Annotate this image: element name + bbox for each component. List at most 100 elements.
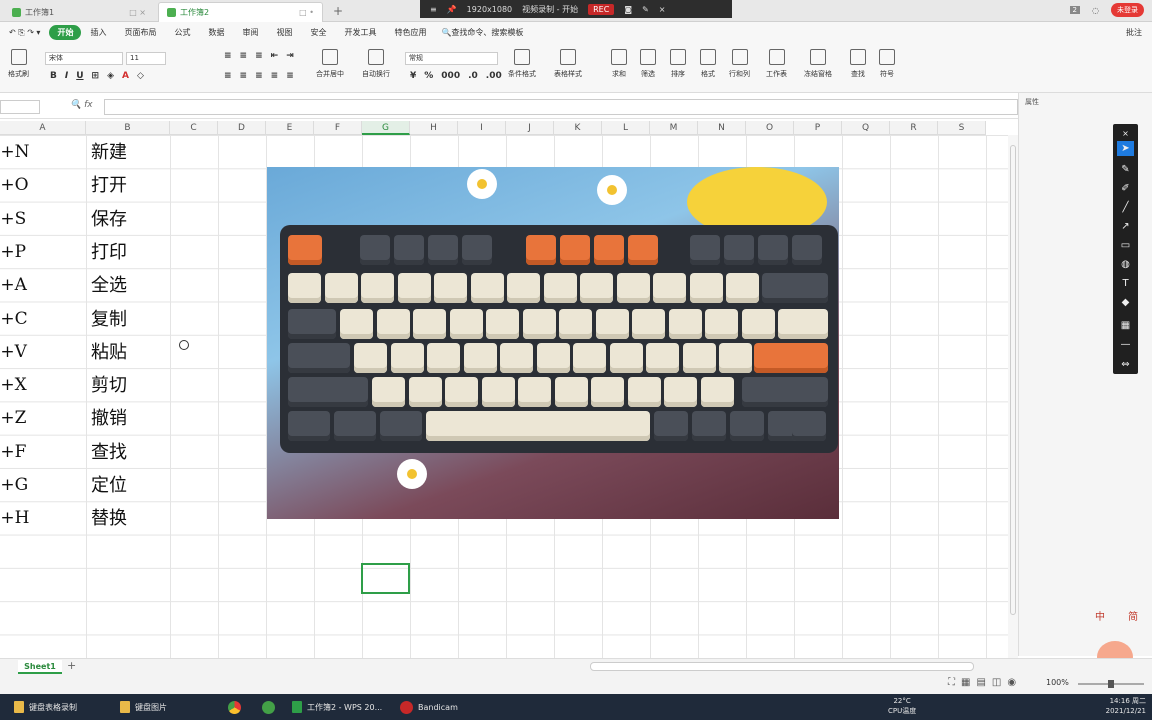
- arrow-icon[interactable]: ↗: [1117, 219, 1134, 234]
- sum-button[interactable]: 求和: [611, 49, 627, 79]
- close-icon[interactable]: □ ×: [129, 8, 146, 17]
- font-name-select[interactable]: 宋体: [45, 52, 123, 65]
- checker-icon[interactable]: ▦: [1117, 318, 1134, 333]
- thousands-icon[interactable]: 000: [441, 71, 460, 81]
- cell-b[interactable]: 复制: [91, 303, 169, 336]
- tab-workbook1[interactable]: 工作簿1 □ ×: [4, 2, 154, 22]
- rec-button[interactable]: REC: [588, 3, 615, 15]
- cell-a[interactable]: l+O: [0, 169, 85, 202]
- menu-view[interactable]: 视图: [267, 25, 301, 40]
- cell-a[interactable]: l+S: [0, 203, 85, 236]
- column-header-g[interactable]: G: [362, 121, 410, 135]
- tab-workbook2[interactable]: 工作簿2 □ •: [158, 2, 323, 22]
- cell-a[interactable]: l+F: [0, 436, 85, 469]
- underline-icon[interactable]: U: [76, 71, 83, 81]
- percent-icon[interactable]: %: [424, 71, 433, 81]
- cell-a[interactable]: l+H: [0, 502, 85, 535]
- column-header-c[interactable]: C: [170, 121, 218, 135]
- decimal-add-icon[interactable]: .0: [468, 71, 478, 81]
- cell-a[interactable]: l+C: [0, 303, 85, 336]
- undo-icon[interactable]: ↶ ⎘ ↷ ▾: [0, 26, 49, 40]
- number-format-select[interactable]: 常规: [405, 52, 498, 65]
- distribute-icon[interactable]: ≡: [286, 71, 294, 81]
- fullscreen-icon[interactable]: ⛶: [948, 677, 955, 688]
- pen-icon[interactable]: ✎: [1117, 162, 1134, 177]
- zoom-level[interactable]: 100%: [1046, 678, 1069, 687]
- eraser-icon[interactable]: ◆: [1117, 295, 1134, 310]
- font-size-select[interactable]: 11: [126, 52, 166, 65]
- row-col-button[interactable]: 行和列: [729, 49, 750, 79]
- worksheet-button[interactable]: 工作表: [766, 49, 787, 79]
- freeze-button[interactable]: 冻结窗格: [804, 49, 832, 79]
- command-search[interactable]: 🔍查找命令、搜索模板: [441, 27, 523, 38]
- line-icon[interactable]: ╱: [1117, 200, 1134, 215]
- comment-button[interactable]: 批注: [1126, 27, 1142, 38]
- align-top-icon[interactable]: ≡: [224, 51, 232, 61]
- decimal-remove-icon[interactable]: .00: [486, 71, 502, 81]
- menu-review[interactable]: 审阅: [233, 25, 267, 40]
- column-header-k[interactable]: K: [554, 121, 602, 135]
- column-header-h[interactable]: H: [410, 121, 458, 135]
- border-icon[interactable]: ⊞: [92, 71, 100, 81]
- taskbar-item-bandicam[interactable]: Bandicam: [400, 699, 458, 715]
- align-center-icon[interactable]: ≡: [240, 71, 248, 81]
- fill-icon[interactable]: ◍: [1117, 257, 1134, 272]
- filter-button[interactable]: 筛选: [640, 49, 656, 79]
- taskbar-item-folder2[interactable]: 键盘图片: [120, 699, 167, 715]
- symbol-button[interactable]: 符号: [879, 49, 895, 79]
- zoom-slider[interactable]: [1078, 680, 1144, 688]
- cell-b[interactable]: 全选: [91, 269, 169, 302]
- column-header-q[interactable]: Q: [842, 121, 890, 135]
- cell-a[interactable]: l+P: [0, 236, 85, 269]
- font-color-icon[interactable]: A: [122, 71, 129, 81]
- column-header-d[interactable]: D: [218, 121, 266, 135]
- close-icon[interactable]: ×: [659, 5, 666, 14]
- close-icon[interactable]: □ •: [299, 8, 314, 17]
- menu-icon[interactable]: ≡: [430, 5, 437, 14]
- normal-view-icon[interactable]: ▦: [961, 677, 970, 688]
- taskbar-item-chrome[interactable]: [228, 699, 241, 715]
- find-button[interactable]: 查找: [850, 49, 866, 79]
- cell-b[interactable]: 查找: [91, 436, 169, 469]
- taskbar-item-wps[interactable]: 工作簿2 - WPS 20...: [292, 699, 382, 715]
- italic-icon[interactable]: I: [65, 71, 68, 81]
- text-icon[interactable]: T: [1117, 276, 1134, 291]
- formula-input[interactable]: [104, 99, 1018, 115]
- currency-icon[interactable]: ¥: [410, 71, 416, 81]
- format-painter-button[interactable]: 格式刷: [8, 49, 29, 79]
- align-bottom-icon[interactable]: ≡: [255, 51, 263, 61]
- column-header-l[interactable]: L: [602, 121, 650, 135]
- close-icon[interactable]: ×: [1117, 126, 1134, 141]
- wrap-text-button[interactable]: 自动换行: [362, 49, 390, 79]
- cell-b[interactable]: 剪切: [91, 369, 169, 402]
- reading-icon[interactable]: ◫: [992, 677, 1001, 688]
- menu-start[interactable]: 开始: [49, 25, 82, 40]
- temperature-widget[interactable]: 22°C CPU温度: [888, 696, 916, 716]
- menu-formula[interactable]: 公式: [165, 25, 199, 40]
- column-header-p[interactable]: P: [794, 121, 842, 135]
- align-left-icon[interactable]: ≡: [224, 71, 232, 81]
- sheet-tab[interactable]: Sheet1: [18, 660, 62, 674]
- format-button[interactable]: 格式: [700, 49, 716, 79]
- cell-a[interactable]: l+Z: [0, 402, 85, 435]
- column-header-a[interactable]: A: [0, 121, 86, 135]
- indent-icon[interactable]: ⇤: [271, 51, 279, 61]
- cursor-tool-icon[interactable]: ➤: [1117, 141, 1134, 156]
- column-header-m[interactable]: M: [650, 121, 698, 135]
- cell-b[interactable]: 定位: [91, 469, 169, 502]
- menu-security[interactable]: 安全: [301, 25, 335, 40]
- cell-b[interactable]: 保存: [91, 203, 169, 236]
- table-style-button[interactable]: 表格样式: [554, 49, 582, 79]
- align-middle-icon[interactable]: ≡: [240, 51, 248, 61]
- page-view-icon[interactable]: ▤: [976, 677, 985, 688]
- column-header-s[interactable]: S: [938, 121, 986, 135]
- cell-a[interactable]: l+V: [0, 336, 85, 369]
- eye-icon[interactable]: ◉: [1007, 677, 1016, 688]
- taskbar-item-app[interactable]: [262, 699, 275, 715]
- column-header-j[interactable]: J: [506, 121, 554, 135]
- justify-icon[interactable]: ≡: [271, 71, 279, 81]
- cell-b[interactable]: 撤销: [91, 402, 169, 435]
- clear-icon[interactable]: ◇: [137, 71, 144, 81]
- column-header-i[interactable]: I: [458, 121, 506, 135]
- cell-a[interactable]: l+A: [0, 269, 85, 302]
